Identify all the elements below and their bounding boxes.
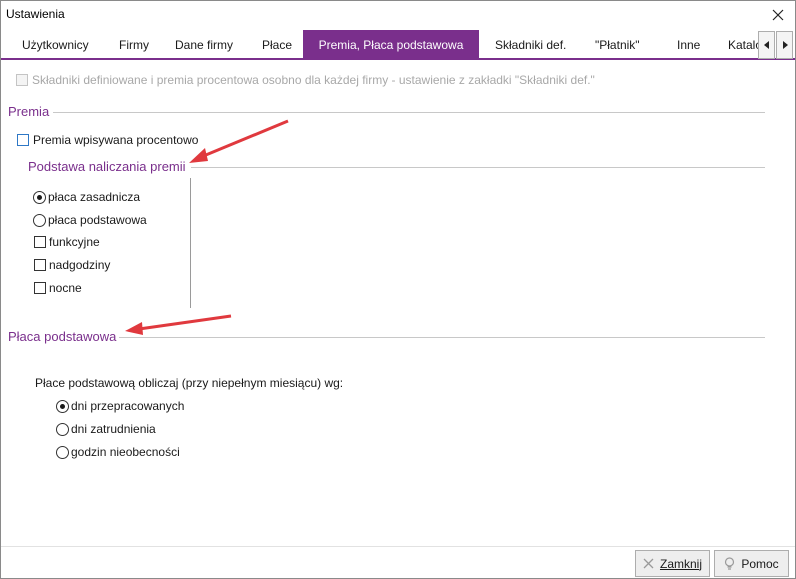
tab-bar: Użytkownicy Firmy Dane firmy Płace Premi… (1, 30, 795, 60)
basis-check-funkcyjne[interactable]: funkcyjne (34, 235, 100, 249)
triangle-left-icon (763, 41, 769, 49)
close-button-label: Zamknij (659, 556, 702, 571)
premia-divider (53, 112, 765, 113)
checkbox-label: funkcyjne (49, 235, 100, 249)
title-bar: Ustawienia (1, 1, 795, 28)
window-close-button[interactable] (761, 1, 795, 28)
basis-radio-placa-zasadnicza[interactable]: płaca zasadnicza (33, 190, 140, 204)
annotation-arrows (125, 119, 289, 335)
placa-instruction: Płace podstawową obliczaj (przy niepełny… (35, 376, 344, 390)
tab-firmy[interactable]: Firmy (119, 30, 149, 60)
tab-inne[interactable]: Inne (677, 30, 700, 60)
tab-scroll-right-button[interactable] (776, 31, 793, 59)
close-icon (643, 558, 654, 569)
triangle-right-icon (782, 41, 788, 49)
annotation-arrow-placa (125, 314, 232, 335)
settings-window: Ustawienia Użytkownicy Firmy Dane firmy … (0, 0, 796, 579)
help-button-label: Pomoc (741, 556, 779, 571)
per-company-label: Składniki definiowane i premia procentow… (32, 73, 595, 87)
basis-section-title: Podstawa naliczania premii (28, 159, 186, 174)
tab-uzytkownicy[interactable]: Użytkownicy (22, 30, 89, 60)
premia-percent-checkbox[interactable] (17, 134, 29, 146)
placa-radio-dni-zatrudnienia[interactable]: dni zatrudnienia (56, 422, 156, 436)
basis-radio-placa-podstawowa[interactable]: płaca podstawowa (33, 213, 147, 227)
radio-button[interactable] (33, 190, 46, 204)
close-icon (772, 9, 784, 20)
tab-dane-firmy[interactable]: Dane firmy (175, 30, 233, 60)
basis-check-nocne[interactable]: nocne (34, 281, 82, 295)
footer-divider (1, 546, 795, 547)
checkbox-label: nocne (49, 281, 82, 295)
checkbox[interactable] (34, 259, 46, 271)
checkbox[interactable] (34, 282, 46, 294)
tab-skladniki-def[interactable]: Składniki def. (495, 30, 566, 60)
tab-place[interactable]: Płace (262, 30, 292, 60)
tab-katalogi[interactable]: Katalo (728, 30, 758, 60)
annotation-arrow-basis (189, 119, 289, 163)
radio-label: płaca podstawowa (48, 213, 147, 227)
window-title: Ustawienia (6, 7, 65, 21)
radio-label: płaca zasadnicza (48, 190, 141, 204)
placa-radio-godzin-nieobecnosci[interactable]: godzin nieobecności (56, 445, 180, 459)
per-company-option: Składniki definiowane i premia procentow… (16, 73, 595, 87)
checkbox-label: nadgodziny (49, 258, 111, 272)
tab-premia-placa-podstawowa[interactable]: Premia, Płaca podstawowa (303, 30, 479, 60)
placa-section-title: Płaca podstawowa (8, 329, 117, 344)
radio-label: godzin nieobecności (71, 445, 180, 459)
basis-divider (191, 167, 765, 168)
radio-button[interactable] (56, 422, 69, 436)
radio-label: dni zatrudnienia (71, 422, 156, 436)
checkbox[interactable] (34, 236, 46, 248)
tab-scroll-left-button[interactable] (758, 31, 775, 59)
premia-percent-option[interactable]: Premia wpisywana procentowo (17, 133, 198, 147)
placa-radio-dni-przepracowanych[interactable]: dni przepracowanych (56, 399, 184, 413)
close-button[interactable]: Zamknij (635, 550, 710, 577)
radio-button[interactable] (33, 213, 46, 227)
radio-button[interactable] (56, 445, 69, 459)
premia-percent-label: Premia wpisywana procentowo (33, 133, 199, 147)
radio-label: dni przepracowanych (71, 399, 185, 413)
basis-check-nadgodziny[interactable]: nadgodziny (34, 258, 110, 272)
basis-vertical-divider (190, 178, 191, 308)
radio-button[interactable] (56, 399, 69, 413)
placa-divider (119, 337, 765, 338)
premia-section-title: Premia (8, 104, 50, 119)
tab-platnik[interactable]: "Płatnik" (595, 30, 640, 60)
help-button[interactable]: Pomoc (714, 550, 789, 577)
per-company-checkbox (16, 74, 28, 86)
lightbulb-icon (725, 557, 735, 570)
